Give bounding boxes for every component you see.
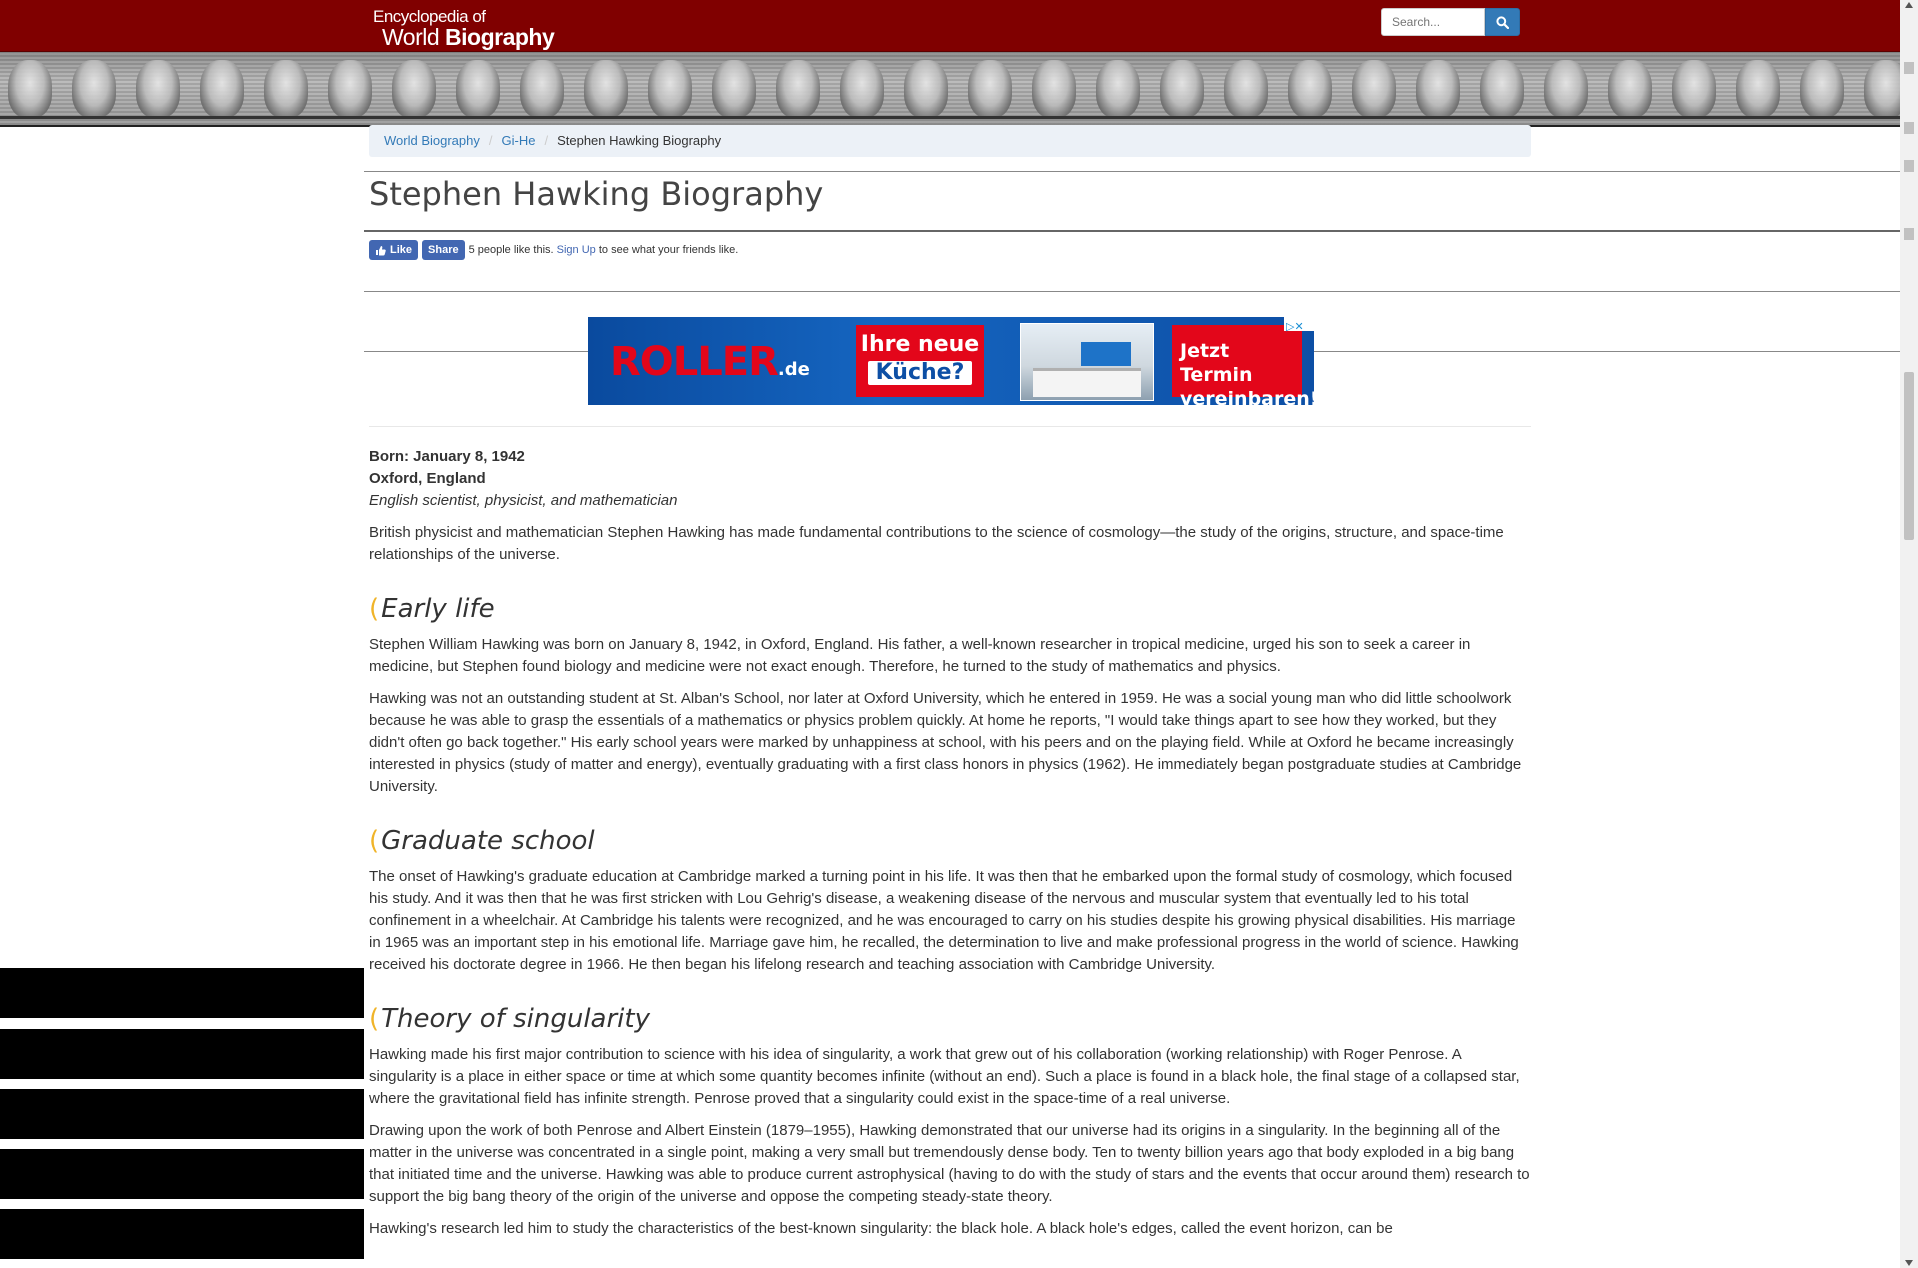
paragraph: Hawking was not an outstanding student a… [369,690,1522,795]
paragraph: The onset of Hawking's graduate educatio… [369,868,1519,973]
portrait-image [1288,60,1332,118]
scrollbar-thumb[interactable] [1904,372,1914,540]
ad-cta-button[interactable]: Jetzt Termin vereinbaren! [1172,325,1314,405]
scroll-up-icon[interactable] [1905,2,1913,8]
sidebar-block [0,968,364,1018]
ad-promo-box: Ihre neue Küche? [856,325,984,397]
portrait-image [8,60,52,118]
ad-kitchen-image [1020,323,1154,401]
portrait-image [1864,60,1900,118]
portrait-image [1160,60,1204,118]
born-date: Born: January 8, 1942 [369,448,525,465]
portrait-banner [0,52,1900,127]
logo-line2: World Biography [382,24,555,50]
subject-role: English scientist, physicist, and mathem… [369,492,678,509]
portrait-image [136,60,180,118]
portrait-image [904,60,948,118]
sidebar-block [0,1149,364,1199]
intro-paragraph: British physicist and mathematician Step… [369,524,1504,563]
site-logo[interactable]: Encyclopedia of World Biography [373,7,555,50]
paragraph: Stephen William Hawking was born on Janu… [369,636,1471,675]
portrait-image [72,60,116,118]
ad-brand-logo: ROLLER.de [610,339,810,385]
divider-line [364,171,1900,172]
portrait-image [1416,60,1460,118]
divider-line [364,230,1900,232]
portrait-image [1672,60,1716,118]
portrait-image [1608,60,1652,118]
signup-suffix: to see what your friends like. [598,244,739,256]
birthplace: Oxford, England [369,470,486,487]
like-count-text: 5 people like this. [468,244,554,256]
facebook-share-button[interactable]: Share [422,240,465,260]
portrait-image [776,60,820,118]
section-heading-early-life: (Early life [369,594,495,624]
sidebar-block [0,1029,364,1079]
portrait-image [200,60,244,118]
portrait-image [1736,60,1780,118]
search-input[interactable] [1381,8,1485,36]
portrait-image [1352,60,1396,118]
breadcrumb: World Biography / Gi-He / Stephen Hawking Bi… [369,125,1531,157]
portrait-image [840,60,884,118]
portrait-image [456,60,500,118]
advertisement-banner[interactable]: ROLLER.de Ihre neue Küche? Jetzt Termin … [588,317,1314,405]
article-body: Born: January 8, 1942 Oxford, England En… [369,446,1531,1250]
portrait-image [1544,60,1588,118]
page-scrollbar[interactable] [1900,0,1918,1268]
portrait-image [1096,60,1140,118]
sidebar-block [0,1089,364,1139]
page-title: Stephen Hawking Biography [369,175,824,213]
adchoices-icon[interactable]: ▷✕ [1284,317,1314,333]
portrait-image [328,60,372,118]
breadcrumb-current: Stephen Hawking Biography [557,133,722,148]
breadcrumb-gi-he[interactable]: Gi-He [502,133,536,148]
logo-line1: Encyclopedia of [373,7,486,26]
facebook-widget: Like Share 5 people like this. Sign Up t… [369,240,738,260]
search-icon [1496,15,1509,29]
paragraph: Drawing upon the work of both Penrose an… [369,1122,1530,1205]
facebook-like-button[interactable]: Like [369,240,419,260]
breadcrumb-world-biography[interactable]: World Biography [384,133,480,148]
divider-line [364,291,1900,292]
portrait-image [392,60,436,118]
search-button[interactable] [1485,8,1520,36]
signup-link[interactable]: Sign Up [557,244,596,256]
portrait-image [1224,60,1268,118]
portrait-image [648,60,692,118]
content-divider [369,426,1531,427]
section-heading-graduate-school: (Graduate school [369,826,595,856]
portrait-image [584,60,628,118]
portrait-image [1480,60,1524,118]
portrait-image [520,60,564,118]
portrait-image [1032,60,1076,118]
site-header: Encyclopedia of World Biography [0,0,1900,52]
paragraph: Hawking made his first major contributio… [369,1046,1520,1107]
sidebar-block [0,1209,364,1259]
scroll-down-icon[interactable] [1905,1260,1913,1266]
portrait-image [264,60,308,118]
portrait-image [968,60,1012,118]
portrait-image [1800,60,1844,118]
section-heading-theory-of-singularity: (Theory of singularity [369,1004,650,1034]
paragraph: Hawking's research led him to study the … [369,1220,1393,1237]
thumbs-up-icon [376,245,386,255]
portrait-image [712,60,756,118]
